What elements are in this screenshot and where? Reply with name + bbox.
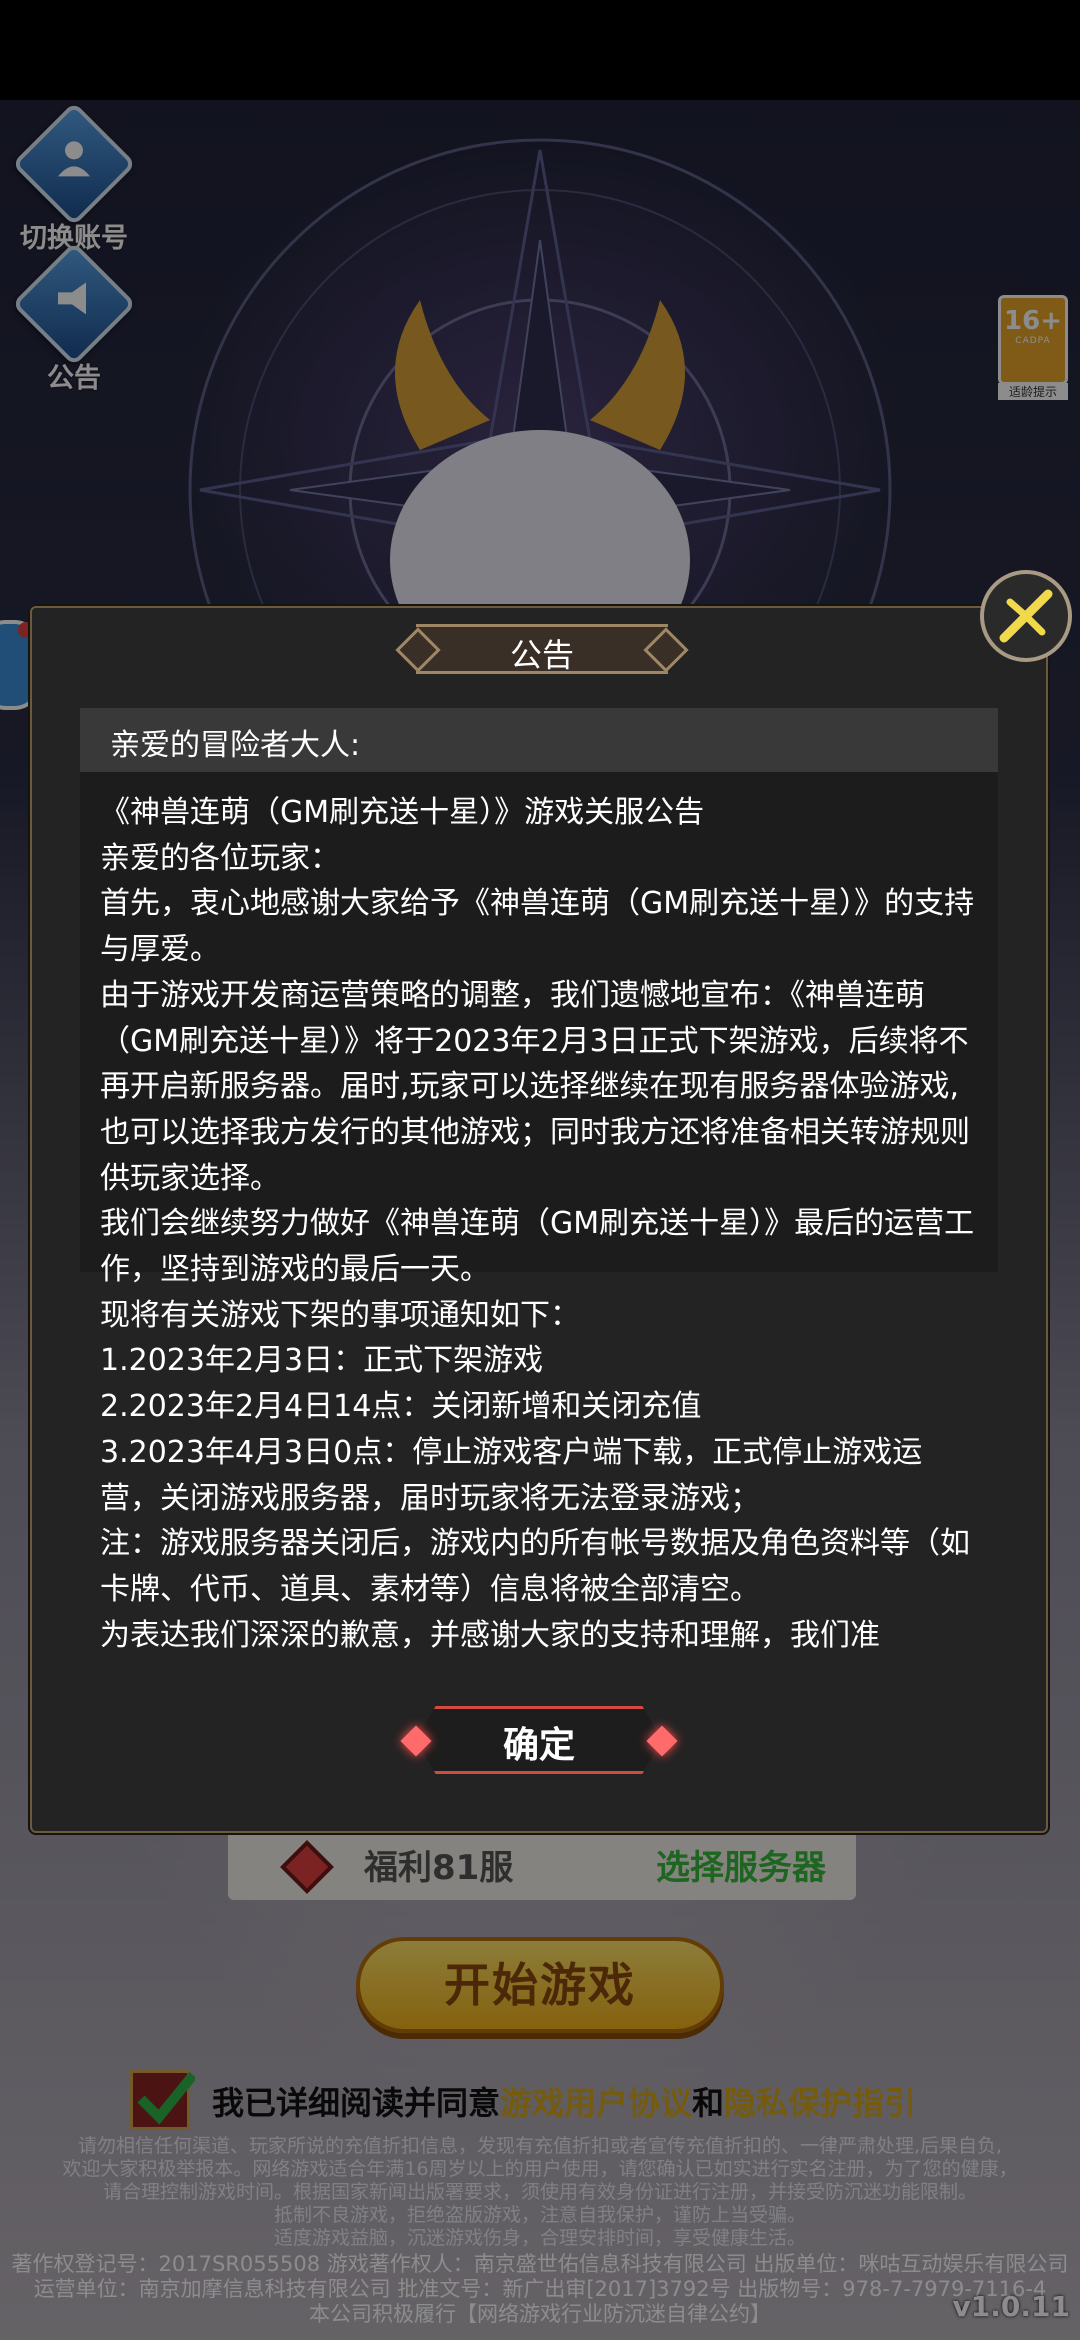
close-icon bbox=[999, 589, 1053, 643]
greeting-bar: 亲爱的冒险者大人: bbox=[80, 708, 998, 772]
announcement-paragraph: 《神兽连萌（GM刷充送十星）》游戏关服公告 bbox=[100, 795, 705, 830]
announcement-dialog: 公告 亲爱的冒险者大人: 《神兽连萌（GM刷充送十星）》游戏关服公告 亲爱的各位… bbox=[30, 606, 1048, 1833]
announcement-paragraph: 由于游戏开发商运营策略的调整，我们遗憾地宣布：《神兽连萌（GM刷充送十星）》将于… bbox=[100, 977, 970, 1196]
announcement-paragraph: 2.2023年2月4日14点：关闭新增和关闭充值 bbox=[100, 1389, 702, 1425]
dialog-title-plate: 公告 bbox=[392, 624, 692, 678]
confirm-label: 确定 bbox=[502, 1725, 575, 1766]
announcement-content[interactable]: 《神兽连萌（GM刷充送十星）》游戏关服公告 亲爱的各位玩家： 首先，衷心地感谢大… bbox=[80, 772, 998, 1653]
announcement-paragraph: 1.2023年2月3日：正式下架游戏 bbox=[100, 1343, 544, 1379]
announcement-paragraph: 3.2023年4月3日0点：停止游戏客户端下载，正式停止游戏运营，关闭游戏服务器… bbox=[100, 1434, 923, 1516]
announcement-paragraph: 注：游戏服务器关闭后，游戏内的所有帐号数据及角色资料等（如卡牌、代币、道具、素材… bbox=[100, 1526, 970, 1607]
announcement-paragraph: 现将有关游戏下架的事项通知如下： bbox=[100, 1297, 580, 1333]
confirm-button[interactable]: 确定 bbox=[400, 1704, 678, 1778]
announcement-paragraph: 我们会继续努力做好《神兽连萌（GM刷充送十星）》最后的运营工作，坚持到游戏的最后… bbox=[100, 1206, 975, 1288]
status-bar bbox=[0, 0, 1080, 100]
greeting-text: 亲爱的冒险者大人: bbox=[110, 728, 361, 763]
announcement-paragraph: 亲爱的各位玩家： bbox=[100, 840, 340, 876]
dialog-title: 公告 bbox=[509, 636, 574, 674]
close-dialog-button[interactable] bbox=[980, 570, 1072, 662]
announcement-paragraph: 为表达我们深深的歉意，并感谢大家的支持和理解，我们准 bbox=[100, 1617, 880, 1653]
announcement-paragraph: 首先，衷心地感谢大家给予《神兽连萌（GM刷充送十星）》的支持与厚爱。 bbox=[100, 886, 975, 968]
